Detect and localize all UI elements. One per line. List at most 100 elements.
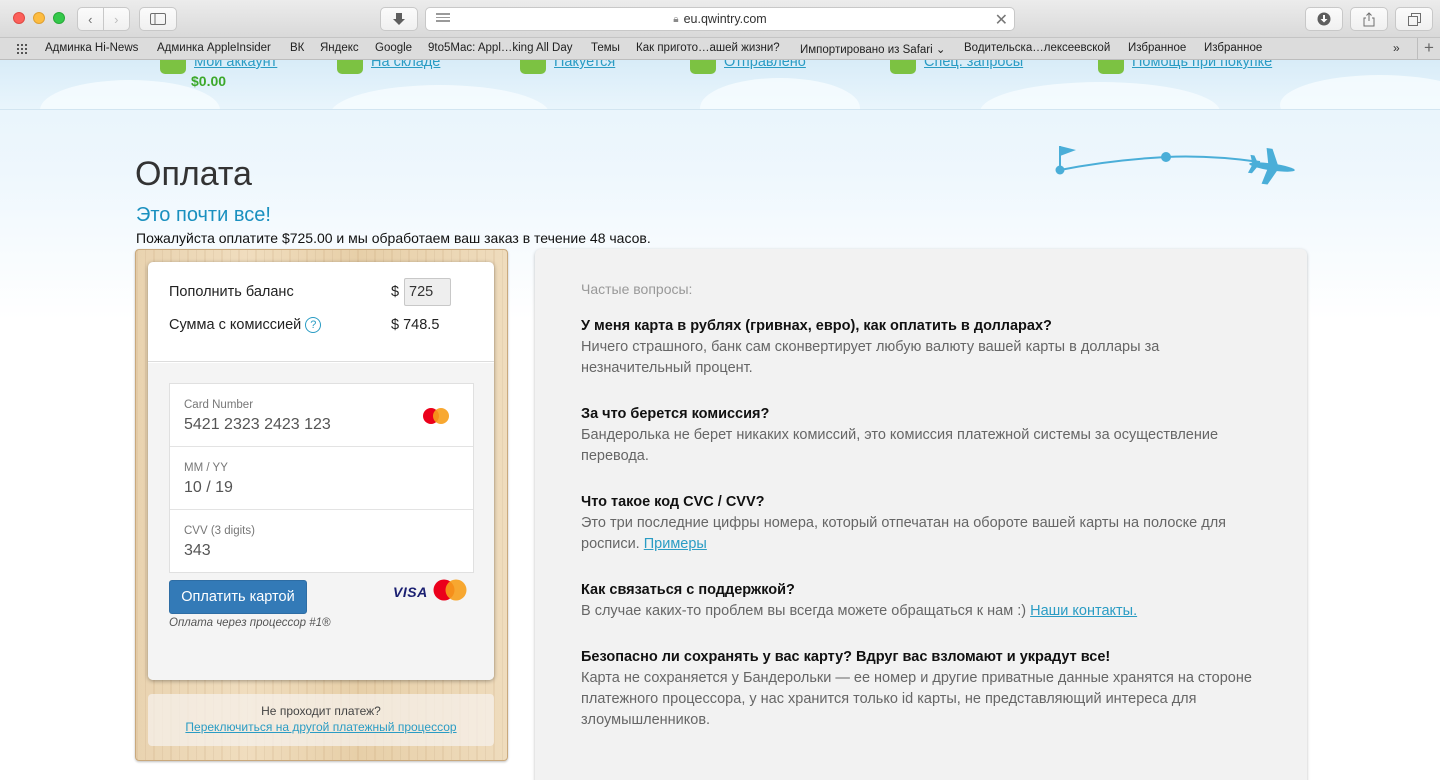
payment-failing-question: Не проходит платеж? [261, 704, 381, 718]
nav-link[interactable]: Отправлено [724, 60, 806, 70]
bookmark-item[interactable]: Избранное [1128, 42, 1186, 54]
nav-my-account[interactable]: Мой аккаунт [160, 60, 277, 74]
faq-answer-text: В случае каких-то проблем вы всегда може… [581, 603, 1027, 619]
nav-link[interactable]: Спец. запросы [924, 60, 1023, 70]
processor-note: Оплата через процессор #1® [169, 617, 331, 629]
bookmark-item[interactable]: Google [375, 42, 412, 54]
nav-link[interactable]: Помощь при покупке [1132, 60, 1272, 70]
warehouse-icon [337, 60, 363, 74]
bookmark-item[interactable]: Яндекс [320, 42, 359, 54]
with-fee-row: Сумма с комиссией? [169, 317, 322, 333]
sidebar-icon [150, 13, 166, 25]
faq-item: Что такое код CVC / CVV? Это три последн… [581, 494, 1271, 555]
examples-link[interactable]: Примеры [644, 536, 707, 552]
mastercard-logo [433, 579, 467, 601]
tabs-overview-button[interactable] [1395, 7, 1433, 31]
address-url: eu.qwintry.com [683, 12, 767, 26]
nav-link[interactable]: На складе [371, 60, 440, 70]
nav-special-requests[interactable]: Спец. запросы [890, 60, 1023, 74]
more-bookmarks-button[interactable]: » [1393, 41, 1400, 55]
card-number-field[interactable]: Card Number 5421 2323 2423 123 [170, 384, 473, 447]
bookmarks-bar: Админка Hi-News Админка AppleInsider ВК … [0, 38, 1440, 60]
pay-by-card-button[interactable]: Оплатить картой [169, 580, 307, 614]
nav-packing[interactable]: Пакуется [520, 60, 615, 74]
nav-shipped[interactable]: Отправлено [690, 60, 806, 74]
amount-input[interactable]: 725 [404, 278, 451, 306]
bookmark-item[interactable]: Избранное [1204, 42, 1262, 54]
bookmark-folder[interactable]: Импортировано из Safari ⌄ [800, 42, 946, 56]
expiry-input[interactable]: 10 / 19 [184, 479, 233, 497]
currency-symbol: $ [391, 284, 400, 300]
faq-answer: Это три последние цифры номера, который … [581, 513, 1271, 555]
back-button[interactable]: ‹ [77, 7, 104, 31]
credit-card-fields: Card Number 5421 2323 2423 123 MM / YY 1… [169, 383, 474, 573]
with-fee-label: Сумма с комиссией [169, 317, 302, 333]
apps-grid-icon[interactable] [17, 44, 30, 54]
bookmark-item[interactable]: Как пригото…ашей жизни? [636, 42, 780, 54]
payment-intro: Пожалуйста оплатите $725.00 и мы обработ… [136, 230, 651, 246]
lock-icon: 🔒︎ [673, 13, 679, 25]
account-balance: $0.00 [191, 73, 227, 89]
address-bar[interactable]: 🔒︎ eu.qwintry.com ✕ [425, 7, 1015, 31]
faq-answer: Ничего страшного, банк сам сконвертирует… [581, 339, 1160, 376]
package-icon [520, 60, 546, 74]
expiry-field[interactable]: MM / YY 10 / 19 [170, 447, 473, 510]
faq-answer: Карта не сохраняется у Бандерольки — ее … [581, 670, 1252, 728]
new-tab-button[interactable]: + [1417, 38, 1440, 59]
zoom-window-button[interactable] [53, 12, 65, 24]
helper-icon [1098, 60, 1124, 74]
page-title: Оплата [135, 155, 252, 193]
bookmark-item[interactable]: Админка AppleInsider [157, 42, 271, 54]
tabs-icon [1407, 12, 1421, 26]
chevron-left-icon: ‹ [88, 11, 93, 27]
bookmark-item[interactable]: ВК [290, 42, 304, 54]
nav-warehouse[interactable]: На складе [337, 60, 440, 74]
visa-logo: VISA [393, 584, 428, 600]
reader-view-icon[interactable] [436, 13, 450, 25]
faq-item: У меня карта в рублях (гривнах, евро), к… [581, 318, 1271, 379]
faq-answer: Бандеролька не берет никаких комиссий, э… [581, 427, 1219, 464]
faq-question: За что берется комиссия? [581, 406, 770, 422]
download-arrow-icon [393, 13, 405, 25]
downloads-list-button[interactable] [1305, 7, 1343, 31]
clear-url-icon[interactable]: ✕ [995, 10, 1008, 30]
faq-item: За что берется комиссия? Бандеролька не … [581, 406, 1271, 467]
nav-purchase-help[interactable]: Помощь при покупке [1098, 60, 1272, 74]
chevron-right-icon: › [114, 11, 119, 27]
bookmark-item[interactable]: Темы [591, 42, 620, 54]
user-icon [160, 60, 186, 74]
share-button[interactable] [1350, 7, 1388, 31]
clock-icon [890, 60, 916, 74]
minimize-window-button[interactable] [33, 12, 45, 24]
cvv-label: CVV (3 digits) [184, 525, 255, 537]
faq-item: Безопасно ли сохранять у вас карту? Вдру… [581, 649, 1271, 731]
faq-question: Как связаться с поддержкой? [581, 582, 795, 598]
bookmark-item[interactable]: Водительска…лексеевской [964, 42, 1110, 54]
page-subtitle: Это почти все! [136, 204, 271, 226]
page-content: Мой аккаунт $0.00 На складе Пакуется Отп… [0, 60, 1440, 780]
switch-processor-box: Не проходит платеж? Переключиться на дру… [148, 694, 494, 746]
nav-link[interactable]: Пакуется [554, 60, 615, 70]
payment-form: Пополнить баланс $ 725 Сумма с комиссией… [148, 262, 494, 680]
faq-answer: В случае каких-то проблем вы всегда може… [581, 601, 1271, 622]
switch-processor-link[interactable]: Переключиться на другой платежный процес… [148, 720, 494, 734]
nav-link[interactable]: Мой аккаунт [194, 60, 277, 70]
contacts-link[interactable]: Наши контакты. [1030, 603, 1137, 619]
faq-heading: Частые вопросы: [581, 281, 693, 297]
faq-question: Безопасно ли сохранять у вас карту? Вдру… [581, 649, 1111, 665]
card-number-input[interactable]: 5421 2323 2423 123 [184, 416, 331, 434]
card-section: Card Number 5421 2323 2423 123 MM / YY 1… [148, 363, 494, 680]
cvv-input[interactable]: 343 [184, 542, 211, 560]
mastercard-icon [423, 408, 449, 424]
help-icon[interactable]: ? [305, 317, 322, 333]
download-circle-icon [1317, 12, 1331, 26]
bookmark-item[interactable]: 9to5Mac: Appl…king All Day [428, 42, 572, 54]
sidebar-button[interactable] [139, 7, 177, 31]
downloads-button[interactable] [380, 7, 418, 31]
cvv-field[interactable]: CVV (3 digits) 343 [170, 510, 473, 573]
close-window-button[interactable] [13, 12, 25, 24]
forward-button[interactable]: › [103, 7, 130, 31]
history-nav: ‹ › [77, 7, 130, 31]
amount-section: Пополнить баланс $ 725 Сумма с комиссией… [148, 262, 494, 362]
bookmark-item[interactable]: Админка Hi-News [45, 42, 138, 54]
